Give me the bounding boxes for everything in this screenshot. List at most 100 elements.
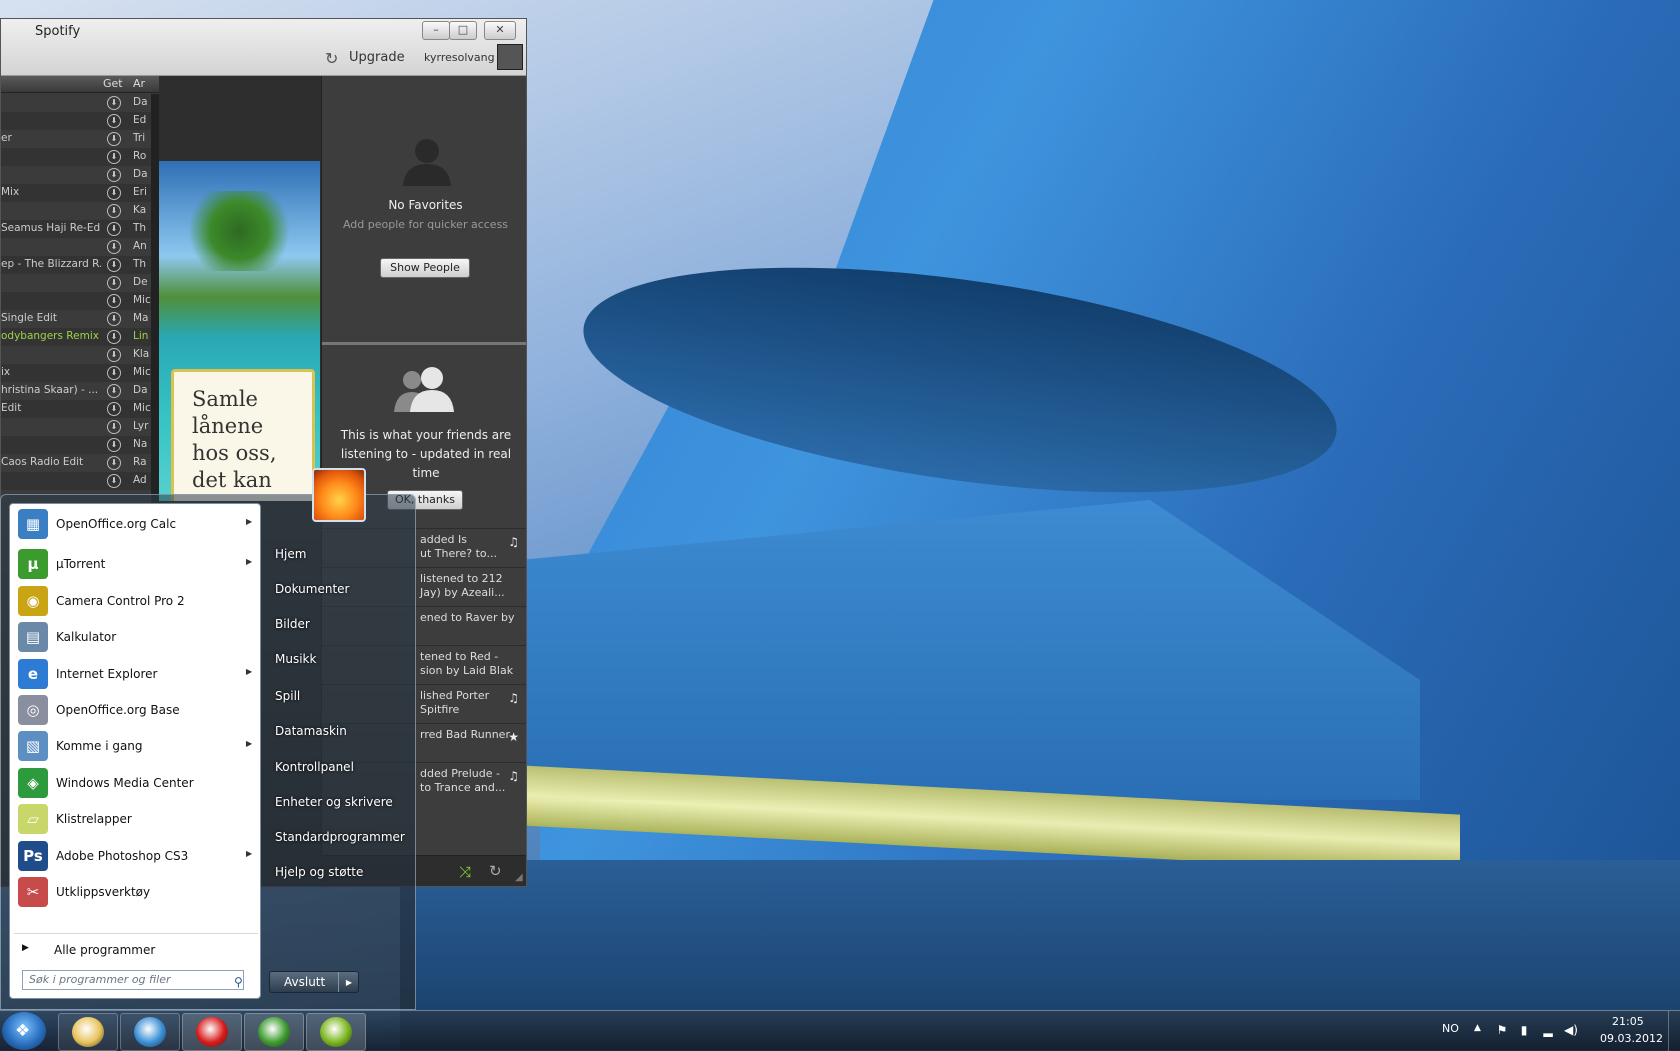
download-icon[interactable]: ⬇	[107, 420, 121, 434]
track-row[interactable]: ix ⬇ Mic	[1, 364, 151, 382]
start-place-item[interactable]: Musikk	[275, 652, 316, 666]
track-row[interactable]: Edit ⬇ Mic	[1, 400, 151, 418]
download-icon[interactable]: ⬇	[107, 294, 121, 308]
all-programs-item[interactable]: ▶ Alle programmer	[14, 940, 258, 962]
start-program-item[interactable]: ▱ Klistrelapper	[14, 801, 258, 837]
track-row[interactable]: ⬇ Lyr	[1, 418, 151, 436]
volume-icon[interactable]: ◀)	[1563, 1023, 1579, 1039]
download-icon[interactable]: ⬇	[107, 276, 121, 290]
download-icon[interactable]: ⬇	[107, 456, 121, 470]
show-hidden-icons-icon[interactable]: ▲	[1474, 1023, 1481, 1033]
start-program-item[interactable]: e Internet Explorer ▶	[14, 656, 258, 692]
start-program-item[interactable]: ▧ Komme i gang ▶	[14, 728, 258, 764]
download-icon[interactable]: ⬇	[107, 330, 121, 344]
start-place-item[interactable]: Standardprogrammer	[275, 830, 405, 844]
track-row[interactable]: er ⬇ Tri	[1, 130, 151, 148]
battery-icon[interactable]: ▮	[1516, 1023, 1532, 1039]
download-icon[interactable]: ⬇	[107, 312, 121, 326]
upgrade-icon[interactable]: ↻	[325, 49, 338, 68]
track-row[interactable]: ep - The Blizzard R... ⬇ Th	[1, 256, 151, 274]
track-row[interactable]: ⬇ Ka	[1, 202, 151, 220]
download-icon[interactable]: ⬇	[107, 258, 121, 272]
taskbar-button-utorrent[interactable]	[244, 1013, 304, 1051]
submenu-arrow-icon[interactable]: ▶	[246, 849, 252, 858]
column-get[interactable]: Get	[103, 77, 123, 90]
track-row[interactable]: odybangers Remix ⬇ Lin	[1, 328, 151, 346]
download-icon[interactable]: ⬇	[107, 366, 121, 380]
shutdown-button[interactable]: Avslutt ▶	[269, 971, 359, 993]
taskbar-button-explorer[interactable]	[58, 1013, 118, 1051]
start-place-item[interactable]: Spill	[275, 689, 300, 703]
download-icon[interactable]: ⬇	[107, 186, 121, 200]
resize-grip-icon[interactable]: ◢	[515, 872, 523, 883]
column-artist[interactable]: Ar	[133, 77, 145, 90]
submenu-arrow-icon[interactable]: ▶	[246, 557, 252, 566]
submenu-arrow-icon[interactable]: ▶	[246, 517, 252, 526]
start-program-item[interactable]: ✂ Utklippsverktøy	[14, 874, 258, 910]
start-program-item[interactable]: ▤ Kalkulator	[14, 619, 258, 655]
clock-date[interactable]: 09.03.2012	[1600, 1032, 1663, 1045]
start-program-item[interactable]: ◎ OpenOffice.org Base	[14, 692, 258, 728]
spotify-titlebar[interactable]: Spotify – □ ✕ ↻ Upgrade kyrresolvang	[1, 19, 526, 76]
download-icon[interactable]: ⬇	[107, 222, 121, 236]
download-icon[interactable]: ⬇	[107, 168, 121, 182]
close-button[interactable]: ✕	[484, 21, 516, 40]
start-program-item[interactable]: µ µTorrent ▶	[14, 546, 258, 582]
download-icon[interactable]: ⬇	[107, 402, 121, 416]
start-program-item[interactable]: ▦ OpenOffice.org Calc ▶	[14, 506, 258, 542]
download-icon[interactable]: ⬇	[107, 438, 121, 452]
track-row[interactable]: ⬇ Ro	[1, 148, 151, 166]
download-icon[interactable]: ⬇	[107, 96, 121, 110]
network-signal-icon[interactable]: ▂	[1540, 1023, 1556, 1039]
upgrade-link[interactable]: Upgrade	[349, 50, 405, 65]
track-row[interactable]: ⬇ Da	[1, 94, 151, 112]
minimize-button[interactable]: –	[422, 21, 450, 40]
start-place-item[interactable]: Bilder	[275, 617, 310, 631]
download-icon[interactable]: ⬇	[107, 204, 121, 218]
start-place-item[interactable]: Enheter og skrivere	[275, 795, 393, 809]
track-row[interactable]: ⬇ Da	[1, 166, 151, 184]
download-icon[interactable]: ⬇	[107, 132, 121, 146]
taskbar-button-opera[interactable]	[182, 1013, 242, 1051]
tracklist-scrollbar[interactable]	[151, 94, 159, 514]
start-search-input[interactable]: Søk i programmer og filer ⚲	[22, 970, 244, 990]
shuffle-icon[interactable]: ⤨	[459, 863, 471, 881]
track-row[interactable]: Caos Radio Edit ⬇ Ra	[1, 454, 151, 472]
maximize-button[interactable]: □	[449, 21, 477, 40]
submenu-arrow-icon[interactable]: ▶	[246, 667, 252, 676]
action-center-flag-icon[interactable]: ⚑	[1494, 1023, 1510, 1039]
username-label[interactable]: kyrresolvang	[424, 51, 495, 64]
start-program-item[interactable]: ◈ Windows Media Center	[14, 765, 258, 801]
start-place-item[interactable]: Kontrollpanel	[275, 760, 354, 774]
user-account-picture[interactable]	[312, 468, 366, 522]
clock-time[interactable]: 21:05	[1612, 1015, 1644, 1028]
shutdown-options-arrow-icon[interactable]: ▶	[338, 972, 359, 992]
taskbar-button-spotify[interactable]	[306, 1013, 366, 1051]
download-icon[interactable]: ⬇	[107, 348, 121, 362]
track-row[interactable]: ⬇ Mic	[1, 292, 151, 310]
track-row[interactable]: ⬇ An	[1, 238, 151, 256]
advertisement-banner[interactable]: Samle lånene hos oss, det kan	[159, 161, 320, 501]
track-row[interactable]: hristina Skaar) - ... ⬇ Da	[1, 382, 151, 400]
search-icon[interactable]: ⚲	[234, 973, 248, 989]
show-people-button[interactable]: Show People	[380, 258, 470, 278]
start-place-item[interactable]: Datamaskin	[275, 724, 347, 738]
track-row[interactable]: ⬇ De	[1, 274, 151, 292]
track-row[interactable]: Mix ⬇ Eri	[1, 184, 151, 202]
repeat-icon[interactable]: ↻	[489, 862, 502, 880]
track-row[interactable]: ⬇ Na	[1, 436, 151, 454]
user-avatar[interactable]	[497, 44, 523, 70]
track-row[interactable]: ⬇ Kla	[1, 346, 151, 364]
start-button[interactable]: ❖	[2, 1012, 46, 1050]
download-icon[interactable]: ⬇	[107, 150, 121, 164]
track-row[interactable]: Seamus Haji Re-Edit ⬇ Th	[1, 220, 151, 238]
start-program-item[interactable]: Ps Adobe Photoshop CS3 ▶	[14, 838, 258, 874]
show-desktop-button[interactable]	[1668, 1011, 1680, 1051]
start-program-item[interactable]: ◉ Camera Control Pro 2	[14, 583, 258, 619]
download-icon[interactable]: ⬇	[107, 384, 121, 398]
language-indicator[interactable]: NO	[1442, 1022, 1459, 1035]
track-row[interactable]: Single Edit ⬇ Ma	[1, 310, 151, 328]
download-icon[interactable]: ⬇	[107, 240, 121, 254]
taskbar-button-chrome[interactable]	[120, 1013, 180, 1051]
track-row[interactable]: ⬇ Ed	[1, 112, 151, 130]
